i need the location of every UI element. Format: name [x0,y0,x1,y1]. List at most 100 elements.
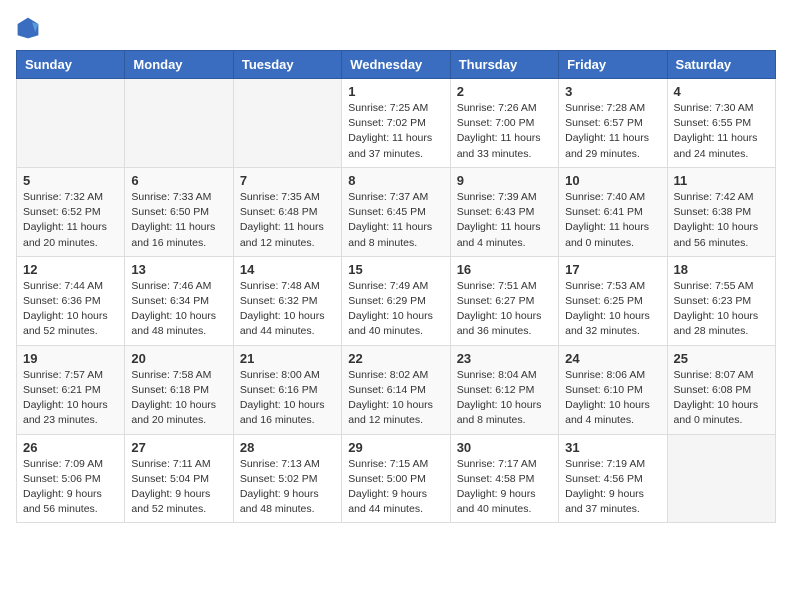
day-number: 24 [565,351,660,366]
calendar-week-row: 5 Sunrise: 7:32 AM Sunset: 6:52 PM Daylig… [17,167,776,256]
day-info: Sunrise: 8:07 AM Sunset: 6:08 PM Dayligh… [674,368,769,429]
day-info: Sunrise: 7:13 AM Sunset: 5:02 PM Dayligh… [240,457,335,518]
day-number: 30 [457,440,552,455]
day-info: Sunrise: 7:32 AM Sunset: 6:52 PM Dayligh… [23,190,118,251]
calendar-week-row: 1Sunrise: 7:25 AM Sunset: 7:02 PM Daylig… [17,79,776,168]
day-info: Sunrise: 7:49 AM Sunset: 6:29 PM Dayligh… [348,279,443,340]
calendar-cell: 30 Sunrise: 7:17 AM Sunset: 4:58 PM Dayli… [450,434,558,523]
day-number: 23 [457,351,552,366]
day-number: 2 [457,84,552,99]
day-info: Sunrise: 7:11 AM Sunset: 5:04 PM Dayligh… [131,457,226,518]
calendar-body: 1Sunrise: 7:25 AM Sunset: 7:02 PM Daylig… [17,79,776,523]
calendar-table: SundayMondayTuesdayWednesdayThursdayFrid… [16,50,776,523]
day-number: 11 [674,173,769,188]
calendar-cell: 19Sunrise: 7:57 AM Sunset: 6:21 PM Dayli… [17,345,125,434]
calendar-cell: 25 Sunrise: 8:07 AM Sunset: 6:08 PM Dayli… [667,345,775,434]
calendar-cell: 14Sunrise: 7:48 AM Sunset: 6:32 PM Dayli… [233,256,341,345]
weekday-header-wednesday: Wednesday [342,51,450,79]
day-info: Sunrise: 7:19 AM Sunset: 4:56 PM Dayligh… [565,457,660,518]
calendar-cell: 5 Sunrise: 7:32 AM Sunset: 6:52 PM Daylig… [17,167,125,256]
calendar-cell: 12Sunrise: 7:44 AM Sunset: 6:36 PM Dayli… [17,256,125,345]
calendar-cell [233,79,341,168]
day-number: 28 [240,440,335,455]
day-info: Sunrise: 7:55 AM Sunset: 6:23 PM Dayligh… [674,279,769,340]
calendar-week-row: 12Sunrise: 7:44 AM Sunset: 6:36 PM Dayli… [17,256,776,345]
day-info: Sunrise: 7:15 AM Sunset: 5:00 PM Dayligh… [348,457,443,518]
day-info: Sunrise: 7:40 AM Sunset: 6:41 PM Dayligh… [565,190,660,251]
day-info: Sunrise: 7:25 AM Sunset: 7:02 PM Dayligh… [348,101,443,162]
calendar-cell: 27 Sunrise: 7:11 AM Sunset: 5:04 PM Dayli… [125,434,233,523]
calendar-cell: 31 Sunrise: 7:19 AM Sunset: 4:56 PM Dayli… [559,434,667,523]
day-number: 22 [348,351,443,366]
weekday-header-saturday: Saturday [667,51,775,79]
weekday-header-monday: Monday [125,51,233,79]
calendar-cell: 20 Sunrise: 7:58 AM Sunset: 6:18 PM Dayli… [125,345,233,434]
day-number: 25 [674,351,769,366]
calendar-cell: 3Sunrise: 7:28 AM Sunset: 6:57 PM Daylig… [559,79,667,168]
day-number: 15 [348,262,443,277]
day-number: 6 [131,173,226,188]
calendar-cell: 22 Sunrise: 8:02 AM Sunset: 6:14 PM Dayli… [342,345,450,434]
day-number: 4 [674,84,769,99]
weekday-header-thursday: Thursday [450,51,558,79]
day-info: Sunrise: 7:51 AM Sunset: 6:27 PM Dayligh… [457,279,552,340]
day-info: Sunrise: 8:06 AM Sunset: 6:10 PM Dayligh… [565,368,660,429]
day-info: Sunrise: 7:17 AM Sunset: 4:58 PM Dayligh… [457,457,552,518]
calendar-cell: 18 Sunrise: 7:55 AM Sunset: 6:23 PM Dayli… [667,256,775,345]
day-number: 21 [240,351,335,366]
day-number: 20 [131,351,226,366]
day-info: Sunrise: 8:02 AM Sunset: 6:14 PM Dayligh… [348,368,443,429]
day-number: 13 [131,262,226,277]
calendar-cell: 7 Sunrise: 7:35 AM Sunset: 6:48 PM Daylig… [233,167,341,256]
logo-icon [16,16,40,40]
day-info: Sunrise: 8:04 AM Sunset: 6:12 PM Dayligh… [457,368,552,429]
calendar-week-row: 19Sunrise: 7:57 AM Sunset: 6:21 PM Dayli… [17,345,776,434]
day-info: Sunrise: 7:09 AM Sunset: 5:06 PM Dayligh… [23,457,118,518]
day-number: 27 [131,440,226,455]
day-number: 10 [565,173,660,188]
day-number: 8 [348,173,443,188]
day-info: Sunrise: 7:35 AM Sunset: 6:48 PM Dayligh… [240,190,335,251]
calendar-cell: 21 Sunrise: 8:00 AM Sunset: 6:16 PM Dayli… [233,345,341,434]
weekday-header-friday: Friday [559,51,667,79]
calendar-cell: 8 Sunrise: 7:37 AM Sunset: 6:45 PM Daylig… [342,167,450,256]
weekday-header-tuesday: Tuesday [233,51,341,79]
day-info: Sunrise: 7:26 AM Sunset: 7:00 PM Dayligh… [457,101,552,162]
calendar-cell [17,79,125,168]
day-info: Sunrise: 7:37 AM Sunset: 6:45 PM Dayligh… [348,190,443,251]
calendar-cell [125,79,233,168]
day-info: Sunrise: 7:33 AM Sunset: 6:50 PM Dayligh… [131,190,226,251]
day-number: 29 [348,440,443,455]
day-info: Sunrise: 7:46 AM Sunset: 6:34 PM Dayligh… [131,279,226,340]
day-number: 7 [240,173,335,188]
day-number: 5 [23,173,118,188]
logo [16,16,44,40]
day-number: 3 [565,84,660,99]
day-info: Sunrise: 7:39 AM Sunset: 6:43 PM Dayligh… [457,190,552,251]
calendar-cell: 23 Sunrise: 8:04 AM Sunset: 6:12 PM Dayli… [450,345,558,434]
day-number: 17 [565,262,660,277]
day-info: Sunrise: 7:48 AM Sunset: 6:32 PM Dayligh… [240,279,335,340]
calendar-cell: 24 Sunrise: 8:06 AM Sunset: 6:10 PM Dayli… [559,345,667,434]
day-number: 9 [457,173,552,188]
day-number: 12 [23,262,118,277]
calendar-cell: 17 Sunrise: 7:53 AM Sunset: 6:25 PM Dayli… [559,256,667,345]
calendar-cell: 6 Sunrise: 7:33 AM Sunset: 6:50 PM Daylig… [125,167,233,256]
day-number: 31 [565,440,660,455]
day-info: Sunrise: 7:58 AM Sunset: 6:18 PM Dayligh… [131,368,226,429]
day-info: Sunrise: 7:53 AM Sunset: 6:25 PM Dayligh… [565,279,660,340]
day-number: 26 [23,440,118,455]
calendar-cell: 10 Sunrise: 7:40 AM Sunset: 6:41 PM Dayli… [559,167,667,256]
day-number: 16 [457,262,552,277]
day-number: 19 [23,351,118,366]
day-number: 18 [674,262,769,277]
calendar-cell: 29 Sunrise: 7:15 AM Sunset: 5:00 PM Dayli… [342,434,450,523]
calendar-cell: 11 Sunrise: 7:42 AM Sunset: 6:38 PM Dayli… [667,167,775,256]
day-info: Sunrise: 8:00 AM Sunset: 6:16 PM Dayligh… [240,368,335,429]
calendar-cell [667,434,775,523]
calendar-cell: 13 Sunrise: 7:46 AM Sunset: 6:34 PM Dayli… [125,256,233,345]
calendar-cell: 28 Sunrise: 7:13 AM Sunset: 5:02 PM Dayli… [233,434,341,523]
page-header [16,16,776,40]
calendar-cell: 15 Sunrise: 7:49 AM Sunset: 6:29 PM Dayli… [342,256,450,345]
day-info: Sunrise: 7:42 AM Sunset: 6:38 PM Dayligh… [674,190,769,251]
